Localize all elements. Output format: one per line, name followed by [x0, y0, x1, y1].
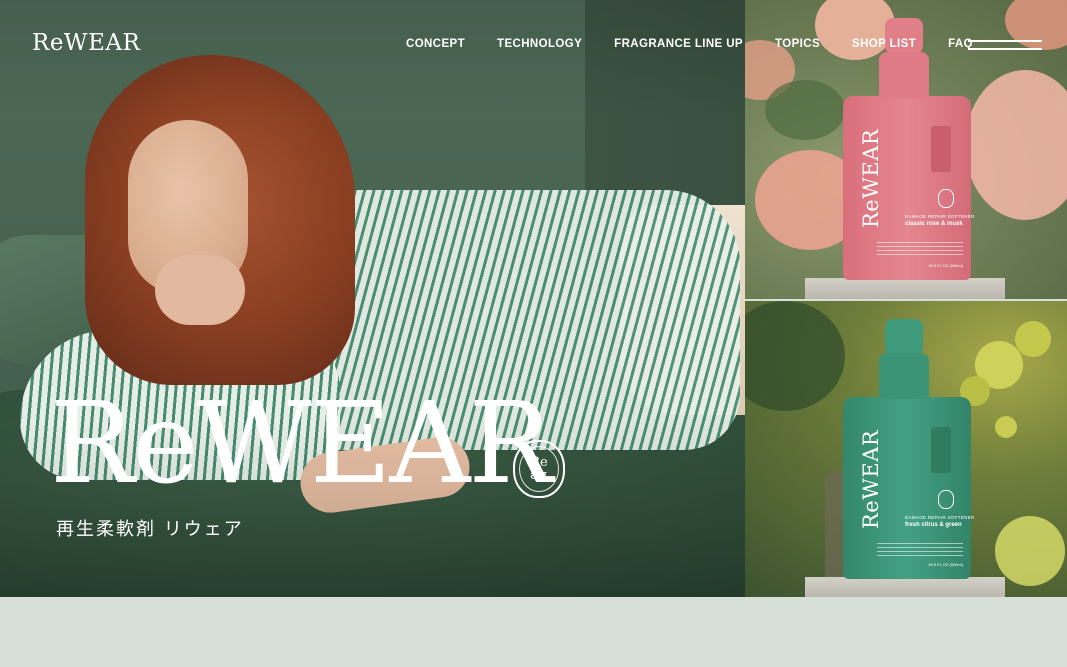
hamburger-line-top: [968, 40, 1042, 42]
bottle-volume: 16.9 FL OZ (500ml): [928, 562, 963, 567]
bottle-brand: ReWEAR: [859, 128, 883, 228]
bottle-brand: ReWEAR: [859, 429, 883, 529]
hero-tagline: 再生柔軟剤 リウェア: [56, 519, 244, 540]
main-nav: CONCEPT TECHNOLOGY FRAGRANCE LINE UP TOP…: [406, 38, 973, 50]
bottle-fine-print: [877, 242, 963, 256]
nav-shop-list[interactable]: SHOP LIST: [852, 38, 916, 50]
citrus-fruit: [995, 416, 1017, 438]
nav-fragrance-line-up[interactable]: FRAGRANCE LINE UP: [614, 38, 743, 50]
bottle-neck: [879, 353, 929, 399]
pedestal: [805, 577, 1005, 597]
nav-concept[interactable]: CONCEPT: [406, 38, 465, 50]
site-logo[interactable]: ReWEAR: [32, 30, 140, 56]
product-panel-citrus[interactable]: ReWEAR DAMAGE REPAIR SOFTENER fresh citr…: [745, 301, 1067, 597]
seal-text-bottom: Re: [530, 468, 548, 483]
bottle-cap: [885, 319, 923, 355]
seal-icon: Re Re: [513, 440, 565, 498]
bottle-fine-print: [877, 543, 963, 557]
bottle-volume: 16.9 FL OZ (500ml): [928, 263, 963, 268]
bottle-window: [931, 126, 951, 172]
nav-topics[interactable]: TOPICS: [775, 38, 820, 50]
leaf-cluster: [765, 80, 845, 140]
hamburger-icon[interactable]: [968, 38, 1042, 52]
bottle-neck: [879, 52, 929, 98]
bottle-seal-icon: [938, 189, 954, 208]
hero-logo: ReWEAR: [50, 379, 553, 509]
rose-flower: [815, 0, 895, 60]
citrus-fruit: [995, 516, 1065, 586]
below-fold-band: [0, 597, 1067, 667]
bottle-scent: fresh citrus & green: [905, 522, 962, 528]
leaf-cluster: [745, 301, 845, 411]
product-bottle-rose: ReWEAR DAMAGE REPAIR SOFTENER classic ro…: [843, 18, 974, 280]
bottle-seal-icon: [938, 490, 954, 509]
hamburger-line-bottom: [968, 48, 1042, 50]
pedestal: [805, 278, 1005, 299]
bottle-window: [931, 427, 951, 473]
bottle-scent: classic rose & musk: [905, 221, 963, 227]
bottle-subtitle: DAMAGE REPAIR SOFTENER: [905, 515, 975, 520]
rose-flower: [965, 70, 1067, 220]
citrus-fruit: [1015, 321, 1051, 357]
nav-technology[interactable]: TECHNOLOGY: [497, 38, 582, 50]
bottle-subtitle: DAMAGE REPAIR SOFTENER: [905, 214, 975, 219]
page: ReWEAR CONCEPT TECHNOLOGY FRAGRANCE LINE…: [0, 0, 1067, 667]
product-bottle-citrus: ReWEAR DAMAGE REPAIR SOFTENER fresh citr…: [843, 319, 974, 579]
